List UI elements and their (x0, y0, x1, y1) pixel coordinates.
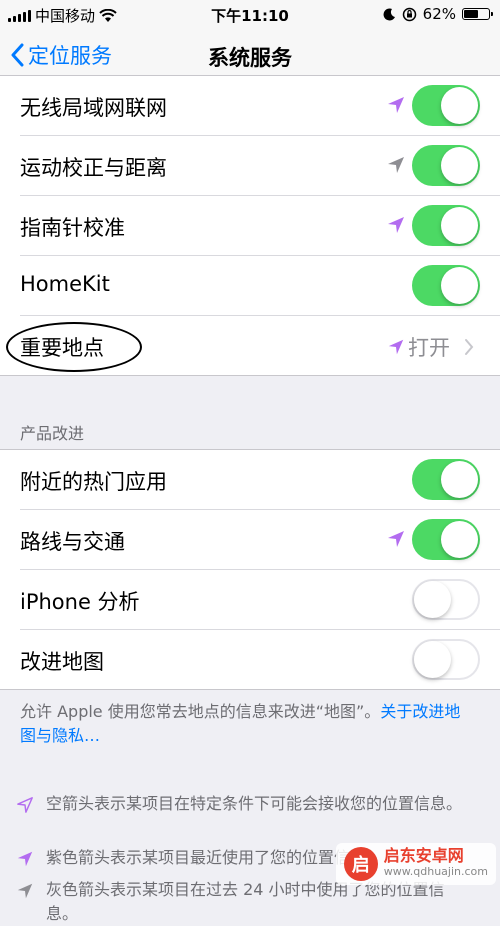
toggle-switch[interactable] (412, 519, 480, 560)
watermark-name: 启东安卓网 (383, 846, 464, 865)
location-arrow-purple-icon (388, 531, 404, 547)
item-label: HomeKit (20, 272, 110, 296)
legend-text: 紫色箭头表示某项目最近使用了您的位置信息。 (46, 848, 383, 867)
item-label: 路线与交通 (20, 530, 125, 554)
list-item: 改进地图 (20, 630, 500, 689)
list-item: HomeKit (20, 256, 500, 316)
product-improvement-list: 附近的热门应用 路线与交通 iPhone 分析 改进地图 (0, 449, 500, 690)
page-title: 系统服务 (208, 46, 292, 70)
list-item: iPhone 分析 (20, 570, 500, 630)
chevron-right-icon (465, 339, 474, 355)
legend-gray-arrow: 灰色箭头表示某项目在过去 24 小时中使用了您的位置信息。 (16, 878, 476, 926)
item-label: iPhone 分析 (20, 590, 140, 614)
legend-text: 空箭头表示某项目在特定条件下可能会接收您的位置信息。 (46, 794, 463, 813)
list-item: 运动校正与距离 (20, 136, 500, 196)
toggle-switch[interactable] (412, 639, 480, 680)
battery-percent: 62% (422, 5, 456, 23)
list-item: 附近的热门应用 (20, 450, 500, 510)
item-label: 附近的热门应用 (20, 470, 167, 494)
toggle-switch[interactable] (412, 205, 480, 246)
item-label: 改进地图 (20, 650, 104, 674)
toggle-switch[interactable] (412, 459, 480, 500)
location-arrow-gray-icon (17, 883, 33, 899)
status-bar: 中国移动 下午11:10 62% (0, 0, 500, 28)
moon-icon (383, 7, 395, 20)
watermark: 启 启东安卓网 www.qdhuajin.com (335, 843, 496, 885)
watermark-url: www.qdhuajin.com (383, 865, 488, 878)
significant-locations-row[interactable]: 重要地点 打开 (6, 316, 500, 375)
system-services-list: 无线局域网联网 运动校正与距离 指南针校准 HomeKit 重要地点 打开 (0, 75, 500, 376)
battery-icon (462, 8, 493, 20)
toggle-switch[interactable] (412, 145, 480, 186)
item-label: 重要地点 (20, 336, 104, 360)
legend-hollow-arrow: 空箭头表示某项目在特定条件下可能会接收您的位置信息。 (16, 792, 476, 816)
item-label: 无线局域网联网 (20, 96, 167, 120)
list-item: 无线局域网联网 (20, 76, 500, 136)
legend-text: 灰色箭头表示某项目在过去 24 小时中使用了您的位置信息。 (46, 880, 445, 923)
watermark-logo: 启 (343, 847, 378, 881)
orientation-lock-icon (402, 7, 416, 21)
location-arrow-purple-icon (388, 339, 404, 355)
list-item: 路线与交通 (20, 510, 500, 570)
location-arrow-gray-icon (388, 157, 404, 173)
item-label: 指南针校准 (20, 216, 125, 240)
section-header: 产品改进 (20, 424, 85, 443)
footer-description: 允许 Apple 使用您常去地点的信息来改进“地图”。关于改进地图与隐私… (20, 700, 476, 748)
location-arrow-purple-icon (17, 851, 33, 867)
list-item: 指南针校准 (20, 196, 500, 256)
item-label: 运动校正与距离 (20, 156, 167, 180)
toggle-switch[interactable] (412, 579, 480, 620)
location-arrow-purple-icon (388, 97, 404, 113)
item-value: 打开 (408, 336, 450, 360)
location-arrow-outline-icon (17, 797, 33, 813)
toggle-switch[interactable] (412, 265, 480, 306)
toggle-switch[interactable] (412, 85, 480, 126)
footer-text: 允许 Apple 使用您常去地点的信息来改进“地图”。 (20, 702, 381, 721)
location-arrow-purple-icon (388, 217, 404, 233)
